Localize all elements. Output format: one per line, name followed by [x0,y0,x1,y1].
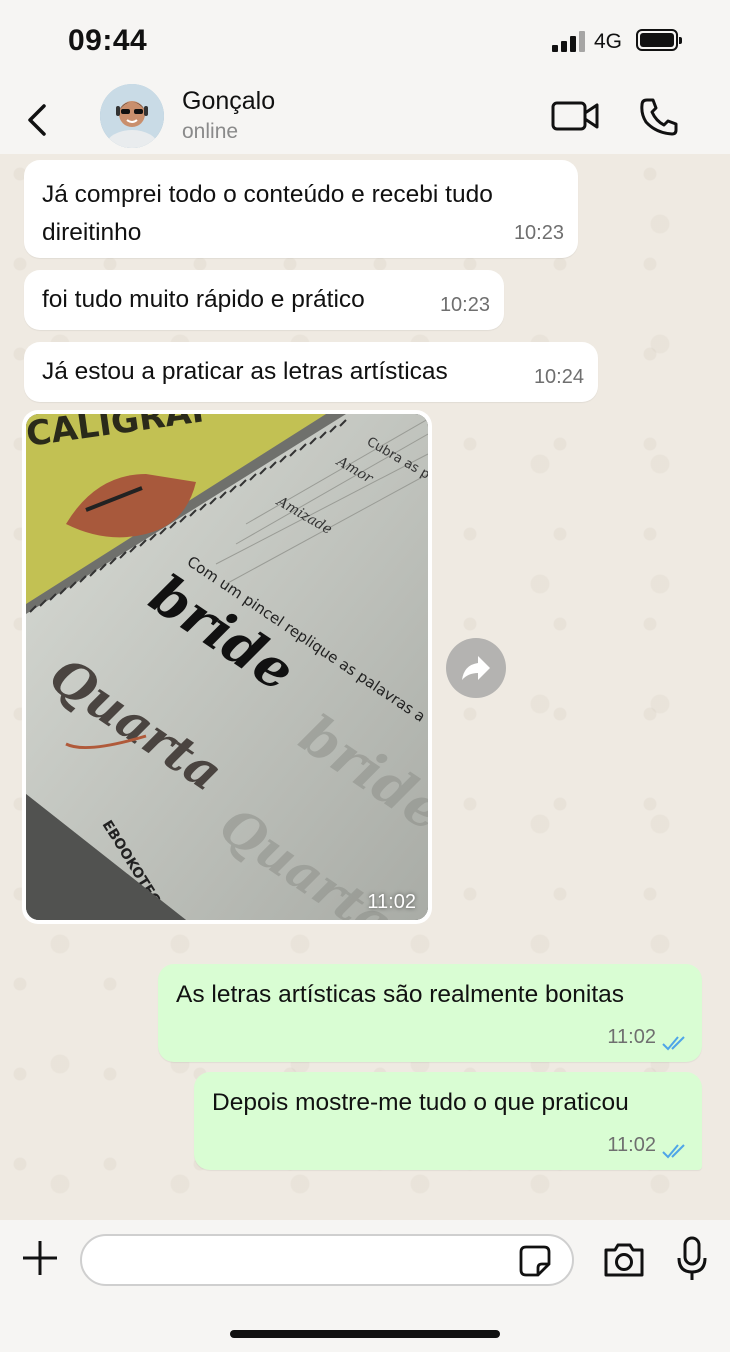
message-time: 10:23 [513,222,564,244]
home-indicator [230,1330,500,1338]
avatar[interactable] [100,84,164,148]
message-text: Já comprei todo o conteúdo e recebi tudo [42,181,493,208]
message-bubble[interactable]: Já comprei todo o conteúdo e recebi tudo… [24,160,578,258]
message-bubble[interactable]: Depois mostre-me tudo o que praticou 11:… [194,1072,702,1170]
composer-bar [0,1220,730,1352]
sticker-icon[interactable] [518,1244,552,1278]
message-time: 11:02 [607,1026,656,1048]
status-time: 09:44 [68,24,148,57]
chat-area[interactable]: Já comprei todo o conteúdo e recebi tudo… [0,154,730,1220]
message-text: Já estou a praticar as letras artísticas [42,358,448,385]
message-text: foi tudo muito rápido e prático [42,286,365,313]
message-input[interactable] [80,1234,574,1286]
microphone-icon[interactable] [676,1236,708,1282]
message-bubble[interactable]: Já estou a praticar as letras artísticas… [24,342,598,402]
contact-name[interactable]: Gonçalo [182,87,275,116]
message-bubble[interactable]: foi tudo muito rápido e prático 10:23 [24,270,504,330]
back-icon[interactable] [22,100,52,140]
image-message[interactable]: CALIGRAF Cubra as p Amor Amizade Com um … [22,410,432,924]
message-time: 10:24 [533,366,584,388]
status-bar: 09:44 4G [0,0,730,80]
share-arrow-icon [462,656,490,680]
message-bubble[interactable]: As letras artísticas são realmente bonit… [158,964,702,1062]
video-call-icon[interactable] [550,98,600,134]
signal-icon [552,30,586,52]
camera-icon[interactable] [602,1240,646,1280]
message-time: 11:02 [607,1134,656,1156]
message-text: Depois mostre-me tudo o que praticou [212,1089,629,1116]
contact-status: online [182,120,239,143]
message-text: As letras artísticas são realmente bonit… [176,981,625,1008]
read-ticks-icon [662,1144,685,1159]
notebook-photo-graphic: CALIGRAF Cubra as p Amor Amizade Com um … [26,414,428,920]
battery-icon [636,29,682,51]
phone-icon[interactable] [638,96,680,138]
message-time: 11:02 [367,891,416,913]
chat-header: Gonçalo online [0,80,730,154]
photo-notebook[interactable]: CALIGRAF Cubra as p Amor Amizade Com um … [26,414,428,920]
read-ticks-icon [662,1036,685,1051]
plus-icon[interactable] [20,1238,60,1278]
forward-button[interactable] [446,638,506,698]
network-label: 4G [594,30,623,53]
message-time: 10:23 [439,294,490,316]
message-text: direitinho [42,219,142,246]
